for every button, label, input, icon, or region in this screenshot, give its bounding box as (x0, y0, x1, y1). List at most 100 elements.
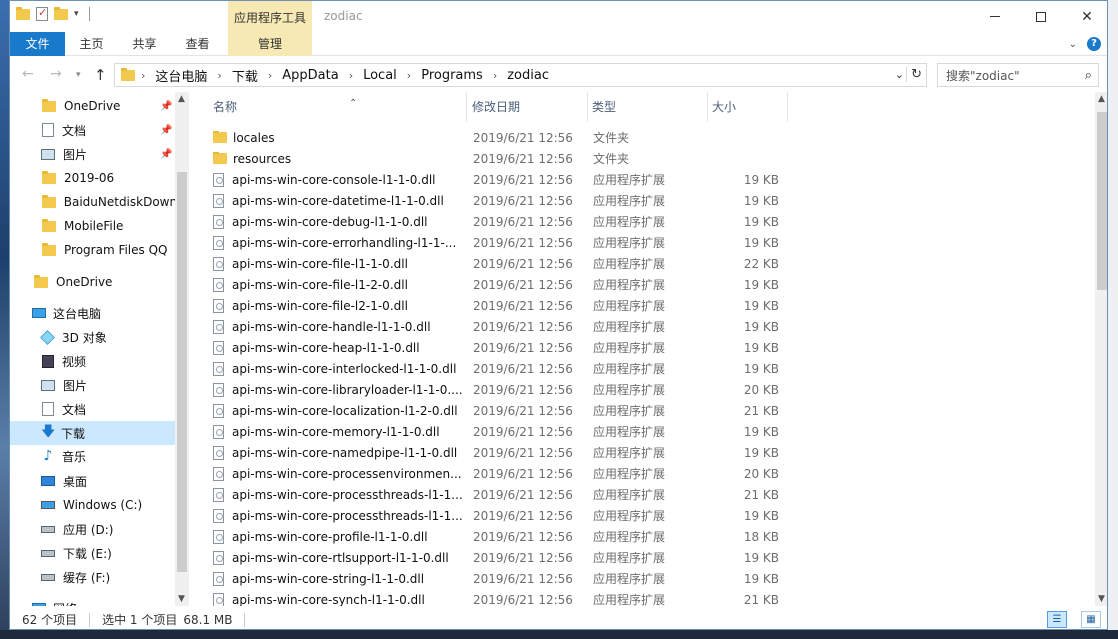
tab-share[interactable]: 共享 (118, 32, 171, 56)
search-input[interactable]: 搜索"zodiac" ⌕ (937, 63, 1099, 87)
sidebar-item-desktop[interactable]: 桌面 (10, 469, 175, 493)
sidebar-item-downloads[interactable]: 🡇 下载 (10, 421, 175, 445)
recent-locations-chevron-icon[interactable]: ▾ (76, 70, 81, 80)
sidebar-item-onedrive-quick[interactable]: OneDrive 📌 (10, 94, 175, 118)
large-icons-view-icon[interactable]: ▦ (1081, 611, 1101, 628)
back-arrow-icon[interactable]: ← (22, 66, 34, 82)
file-name-cell[interactable]: resources (213, 151, 468, 166)
sidebar-item-music[interactable]: ♪ 音乐 (10, 444, 175, 468)
breadcrumb-zodiac[interactable]: zodiac (507, 68, 549, 83)
table-row[interactable]: api-ms-win-core-interlocked-l1-1-0.dll 20… (189, 358, 789, 379)
table-row[interactable]: resources 2019/6/21 12:56 文件夹 (189, 148, 789, 169)
chevron-right-icon[interactable]: › (217, 69, 221, 82)
sidebar-item-onedrive[interactable]: OneDrive (10, 270, 175, 294)
breadcrumb-this-pc[interactable]: 这台电脑 (155, 66, 207, 85)
sidebar-scrollbar-thumb[interactable] (177, 172, 187, 572)
up-arrow-icon[interactable]: ↑ (94, 66, 107, 84)
sidebar-item-program-files-qq[interactable]: Program Files QQ (10, 238, 175, 262)
address-bar[interactable]: › 这台电脑 › 下载 › AppData › Local › Programs… (114, 63, 927, 87)
file-name-cell[interactable]: api-ms-win-core-libraryloader-l1-1-0.... (213, 382, 468, 397)
file-list-scrollbar[interactable]: ▲ ▼ (1095, 92, 1107, 606)
breadcrumb-local[interactable]: Local (363, 68, 397, 83)
sidebar-item-network[interactable]: 网络 (10, 596, 175, 606)
table-row[interactable]: api-ms-win-core-processenvironmen... 2019… (189, 463, 789, 484)
chevron-right-icon[interactable]: › (407, 69, 411, 82)
column-header-type[interactable]: 类型 (588, 92, 708, 122)
file-list-scrollbar-thumb[interactable] (1097, 112, 1107, 290)
sidebar-item-2019-06[interactable]: 2019-06 (10, 166, 175, 190)
table-row[interactable]: api-ms-win-core-console-l1-1-0.dll 2019/6… (189, 169, 789, 190)
chevron-right-icon[interactable]: › (493, 69, 497, 82)
table-row[interactable]: locales 2019/6/21 12:56 文件夹 (189, 127, 789, 148)
chevron-right-icon[interactable]: › (141, 69, 145, 82)
scroll-up-chevron-icon[interactable]: ▲ (178, 94, 185, 104)
sidebar-item-mobilefile[interactable]: MobileFile (10, 214, 175, 238)
properties-icon[interactable] (36, 6, 48, 21)
file-name-cell[interactable]: api-ms-win-core-datetime-l1-1-0.dll (213, 193, 468, 208)
breadcrumb-programs[interactable]: Programs (421, 68, 483, 83)
file-name-cell[interactable]: api-ms-win-core-debug-l1-1-0.dll (213, 214, 468, 229)
file-name-cell[interactable]: api-ms-win-core-synch-l1-1-0.dll (213, 592, 468, 606)
table-row[interactable]: api-ms-win-core-handle-l1-1-0.dll 2019/6/… (189, 316, 789, 337)
file-name-cell[interactable]: api-ms-win-core-profile-l1-1-0.dll (213, 529, 468, 544)
column-header-size[interactable]: 大小 (708, 92, 788, 122)
sidebar-item-videos[interactable]: 视频 (10, 349, 175, 373)
tab-view[interactable]: 查看 (171, 32, 224, 56)
table-row[interactable]: api-ms-win-core-profile-l1-1-0.dll 2019/6… (189, 526, 789, 547)
sidebar-item-3d-objects[interactable]: 3D 对象 (10, 325, 175, 349)
file-name-cell[interactable]: api-ms-win-core-heap-l1-1-0.dll (213, 340, 468, 355)
table-row[interactable]: api-ms-win-core-errorhandling-l1-1-... 20… (189, 232, 789, 253)
table-row[interactable]: api-ms-win-core-file-l2-1-0.dll 2019/6/21… (189, 295, 789, 316)
table-row[interactable]: api-ms-win-core-file-l1-1-0.dll 2019/6/21… (189, 253, 789, 274)
minimize-button[interactable] (972, 1, 1018, 32)
tab-file[interactable]: 文件 (10, 32, 65, 56)
sidebar-item-baidunetdiskdown[interactable]: BaiduNetdiskDown (10, 190, 175, 214)
sidebar-item-pictures-quick[interactable]: 图片 📌 (10, 142, 175, 166)
file-name-cell[interactable]: locales (213, 130, 468, 145)
table-row[interactable]: api-ms-win-core-heap-l1-1-0.dll 2019/6/21… (189, 337, 789, 358)
file-name-cell[interactable]: api-ms-win-core-string-l1-1-0.dll (213, 571, 468, 586)
details-view-icon[interactable]: ☰ (1047, 611, 1067, 628)
tab-home[interactable]: 主页 (65, 32, 118, 56)
file-name-cell[interactable]: api-ms-win-core-handle-l1-1-0.dll (213, 319, 468, 334)
file-name-cell[interactable]: api-ms-win-core-errorhandling-l1-1-... (213, 235, 468, 250)
file-name-cell[interactable]: api-ms-win-core-file-l1-2-0.dll (213, 277, 468, 292)
table-row[interactable]: api-ms-win-core-debug-l1-1-0.dll 2019/6/2… (189, 211, 789, 232)
refresh-icon[interactable]: ↻ (906, 67, 922, 82)
sidebar-scrollbar[interactable]: ▲ ▼ (175, 92, 189, 606)
sidebar-item-documents[interactable]: 文档 (10, 397, 175, 421)
sidebar-item-pictures[interactable]: 图片 (10, 373, 175, 397)
column-header-date[interactable]: 修改日期 (468, 92, 588, 122)
file-name-cell[interactable]: api-ms-win-core-console-l1-1-0.dll (213, 172, 468, 187)
breadcrumb-appdata[interactable]: AppData (282, 68, 338, 83)
table-row[interactable]: api-ms-win-core-memory-l1-1-0.dll 2019/6/… (189, 421, 789, 442)
file-name-cell[interactable]: api-ms-win-core-processthreads-l1-1... (213, 487, 468, 502)
table-row[interactable]: api-ms-win-core-processthreads-l1-1... 20… (189, 505, 789, 526)
sidebar-item-documents-quick[interactable]: 文档 📌 (10, 118, 175, 142)
help-icon[interactable]: ? (1087, 37, 1101, 51)
customize-toolbar-chevron-icon[interactable]: ▾ (74, 9, 79, 19)
forward-arrow-icon[interactable]: → (50, 66, 62, 82)
file-name-cell[interactable]: api-ms-win-core-memory-l1-1-0.dll (213, 424, 468, 439)
table-row[interactable]: api-ms-win-core-processthreads-l1-1... 20… (189, 484, 789, 505)
table-row[interactable]: api-ms-win-core-datetime-l1-1-0.dll 2019/… (189, 190, 789, 211)
table-row[interactable]: api-ms-win-core-libraryloader-l1-1-0....… (189, 379, 789, 400)
file-name-cell[interactable]: api-ms-win-core-localization-l1-2-0.dll (213, 403, 468, 418)
sidebar-item-drive-d[interactable]: 应用 (D:) (10, 517, 175, 541)
table-row[interactable]: api-ms-win-core-namedpipe-l1-1-0.dll 2019… (189, 442, 789, 463)
scroll-down-chevron-icon[interactable]: ▼ (1098, 594, 1105, 604)
chevron-right-icon[interactable]: › (349, 69, 353, 82)
sidebar-item-drive-f[interactable]: 缓存 (F:) (10, 565, 175, 589)
expand-ribbon-chevron-icon[interactable]: ⌄ (1069, 39, 1077, 50)
new-folder-icon[interactable] (54, 6, 68, 20)
maximize-button[interactable] (1018, 1, 1064, 32)
file-name-cell[interactable]: api-ms-win-core-processthreads-l1-1... (213, 508, 468, 523)
sidebar-item-drive-e[interactable]: 下载 (E:) (10, 541, 175, 565)
file-name-cell[interactable]: api-ms-win-core-interlocked-l1-1-0.dll (213, 361, 468, 376)
scroll-down-chevron-icon[interactable]: ▼ (178, 594, 185, 604)
file-name-cell[interactable]: api-ms-win-core-file-l2-1-0.dll (213, 298, 468, 313)
file-name-cell[interactable]: api-ms-win-core-processenvironmen... (213, 466, 468, 481)
tab-manage[interactable]: 管理 (228, 32, 312, 56)
table-row[interactable]: api-ms-win-core-localization-l1-2-0.dll 2… (189, 400, 789, 421)
file-name-cell[interactable]: api-ms-win-core-rtlsupport-l1-1-0.dll (213, 550, 468, 565)
